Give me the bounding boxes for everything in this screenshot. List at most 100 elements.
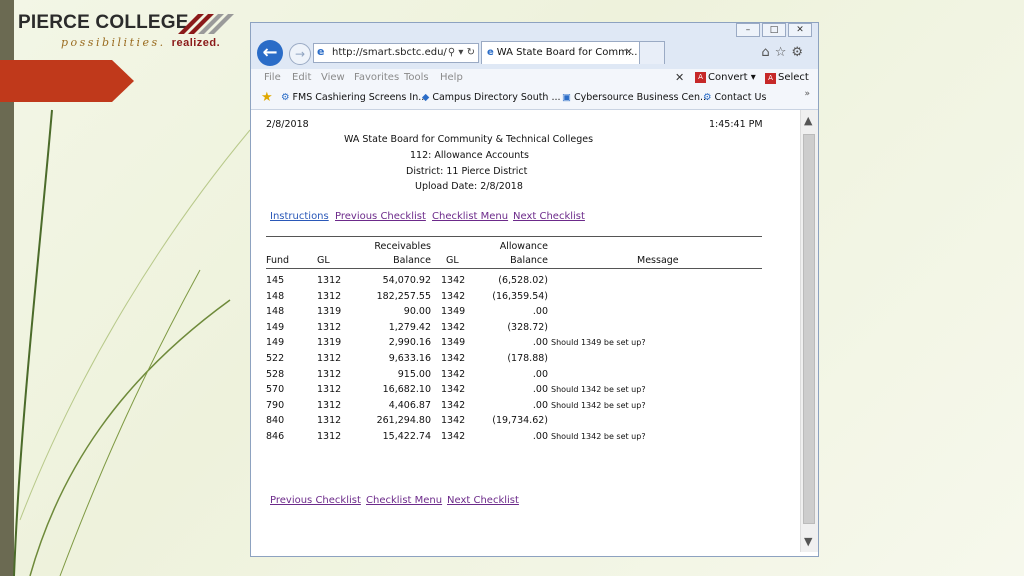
cell-fund: 528 [266,368,285,380]
menu-help[interactable]: Help [440,69,463,87]
refresh-icon[interactable]: ↻ [467,47,475,58]
col-allowance-2: Balance [510,255,548,266]
vertical-scrollbar[interactable]: ▲ ▼ [800,110,818,552]
select-button[interactable]: A Select [765,69,809,87]
close-window-icon[interactable]: ✕ [788,23,812,37]
cell-msg: Should 1342 be set up? [551,432,646,441]
favorite-campus-directory[interactable]: ◆ Campus Directory South ... [422,87,561,109]
cell-gl2: 1342 [441,275,466,286]
favorites-star-icon[interactable]: ☆ [775,45,792,60]
cell-fund: 149 [266,321,285,333]
address-tools[interactable]: ⚲ ▾ ↻ [448,44,475,62]
favorite-label: FMS Cashiering Screens In... [292,92,428,103]
menu-edit[interactable]: Edit [292,69,311,87]
favorite-contact-us[interactable]: ⚙ Contact Us [703,87,766,109]
search-icon[interactable]: ⚲ [448,47,455,58]
cell-gl2: 1342 [441,368,466,380]
convert-button[interactable]: A Convert ▾ [695,69,756,87]
menu-bar: File Edit View Favorites Tools Help ✕ AC… [251,69,818,88]
link-previous-checklist-bottom[interactable]: Previous Checklist [270,495,361,506]
logo-tagline: possibilities. realized. [61,36,220,49]
back-arrow-icon[interactable]: ← [257,40,283,66]
header-rule-top [266,236,762,237]
cell-gl: 1312 [317,384,342,396]
cell-gl: 1312 [317,353,342,364]
menu-tools[interactable]: Tools [404,69,429,87]
cell-allow: (19,734.62) [492,415,548,427]
cell-gl: 1312 [317,399,342,411]
navigation-row: ← → e http://smart.sbctc.edu/ ⚲ ▾ ↻ e WA S… [251,37,818,69]
cell-recv: 261,294.80 [376,415,431,427]
favorites-star-icon[interactable]: ★ [261,90,273,105]
tab-close-icon[interactable]: ✕ [625,42,633,64]
cell-gl2: 1349 [441,306,466,318]
cell-allow: (328.72) [507,321,548,333]
pierce-college-logo: PIERCE COLLEGE possibilities. realized. [14,10,240,54]
favorite-cybersource[interactable]: ▣ Cybersource Business Cen... [562,87,709,109]
cell-recv: 915.00 [397,368,431,380]
report-district: District: 11 Pierce District [406,166,528,177]
link-next-checklist[interactable]: Next Checklist [513,211,585,222]
link-instructions[interactable]: Instructions [270,211,329,222]
link-checklist-menu-bottom[interactable]: Checklist Menu [366,495,442,506]
favorite-label: Cybersource Business Cen... [573,92,710,103]
scroll-down-icon[interactable]: ▼ [804,535,812,548]
forward-arrow-icon[interactable]: → [289,43,311,65]
cell-gl: 1312 [317,368,342,380]
browser-window: – □ ✕ ← → e http://smart.sbctc.edu/ ⚲ ▾ ↻… [250,22,819,557]
favorite-label: Campus Directory South ... [432,92,561,103]
cell-gl: 1312 [317,415,342,427]
tab-active[interactable]: e WA State Board for Comm... ✕ [481,41,640,64]
scrollbar-thumb[interactable] [803,134,815,524]
scroll-up-icon[interactable]: ▲ [804,114,812,127]
menu-file[interactable]: File [264,69,281,87]
home-icon[interactable]: ⌂ [761,45,774,60]
col-fund: Fund [266,255,290,266]
cell-gl2: 1342 [441,415,466,427]
menu-favorites[interactable]: Favorites [354,69,399,87]
favorite-label: Contact Us [714,92,767,103]
cell-recv: 15,422.74 [382,431,431,442]
col-receivables-1: Receivables [374,241,431,252]
cell-gl2: 1342 [441,431,466,442]
cell-gl2: 1342 [441,384,466,396]
cell-gl: 1312 [317,275,342,286]
convert-dropdown-icon[interactable]: ▾ [751,72,756,83]
menu-view[interactable]: View [321,69,345,87]
chevron-more-icon[interactable]: » [804,89,810,99]
toolbar-icons: ⌂☆⚙ [761,45,808,60]
address-url: http://smart.sbctc.edu/ [332,47,447,58]
link-next-checklist-bottom[interactable]: Next Checklist [447,495,519,506]
cell-gl: 1312 [317,290,342,302]
header-rule-bottom [266,268,762,269]
link-checklist-menu[interactable]: Checklist Menu [432,211,508,222]
cell-msg: Should 1349 be set up? [551,338,646,348]
gear-icon[interactable]: ⚙ [791,45,808,60]
col-message: Message [637,255,679,266]
cell-msg: Should 1342 be set up? [551,400,646,410]
report-page: 2/8/2018 1:45:41 PM WA State Board for C… [251,110,800,552]
col-gl: GL [317,255,330,266]
favorite-fms-cashiering[interactable]: ⚙ FMS Cashiering Screens In... [281,87,427,109]
cell-fund: 846 [266,431,285,442]
cell-gl2: 1342 [441,353,466,364]
cell-allow: .00 [532,368,548,380]
cell-allow: .00 [532,431,548,442]
link-previous-checklist[interactable]: Previous Checklist [335,211,426,222]
address-bar[interactable]: e http://smart.sbctc.edu/ ⚲ ▾ ↻ [313,43,479,63]
diamond-icon: ◆ [422,92,430,103]
select-label: Select [778,72,809,83]
cell-allow: (16,359.54) [492,290,548,302]
close-toolbar-icon[interactable]: ✕ [675,69,684,87]
cell-allow: .00 [532,399,548,411]
maximize-icon[interactable]: □ [762,23,786,37]
new-tab-button[interactable] [639,41,665,64]
report-upload-date: Upload Date: 2/8/2018 [415,181,523,192]
minimize-icon[interactable]: – [736,23,760,37]
cell-msg: Should 1342 be set up? [551,385,646,395]
cell-recv: 182,257.55 [376,290,431,302]
report-date: 2/8/2018 [266,119,309,130]
convert-label: Convert [708,72,748,83]
cell-fund: 145 [266,275,285,286]
dropdown-icon[interactable]: ▾ [458,47,463,58]
